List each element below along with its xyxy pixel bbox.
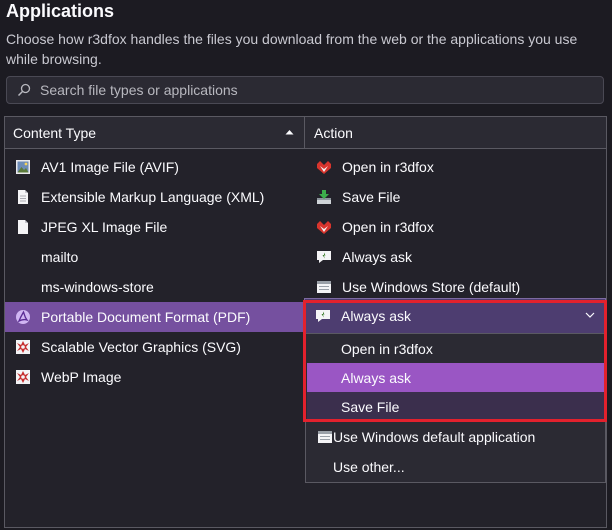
table-row[interactable]: AV1 Image File (AVIF) Open in r3dfox (5, 152, 606, 182)
action-dropdown[interactable]: Always ask (304, 298, 606, 334)
document-icon (18, 220, 28, 234)
content-type-cell: Scalable Vector Graphics (SVG) (15, 332, 241, 362)
image-file-icon (16, 160, 30, 174)
document-icon (18, 190, 28, 204)
action-label: Use Windows Store (default) (342, 279, 521, 295)
content-type-cell: mailto (15, 242, 78, 272)
table-row[interactable]: Extensible Markup Language (XML) Save Fi… (5, 182, 606, 212)
content-type-label: ms-windows-store (41, 279, 154, 295)
windows-app-icon (318, 430, 332, 443)
action-label: Always ask (342, 249, 413, 265)
svg-file-icon (16, 370, 30, 384)
chevron-down-icon (585, 312, 595, 318)
action-cell[interactable]: Always ask (316, 242, 412, 272)
action-cell[interactable]: Open in r3dfox (316, 212, 434, 242)
table-header: Content Type Action (5, 117, 606, 149)
page-description: Choose how r3dfox handles the files you … (6, 31, 578, 67)
menu-item-always-ask[interactable]: Always ask (307, 363, 604, 392)
content-type-cell: Portable Document Format (PDF) (15, 302, 250, 332)
action-label: Open in r3dfox (342, 159, 434, 175)
save-file-icon (317, 190, 331, 204)
action-cell[interactable]: Save File (316, 182, 400, 212)
r3dfox-icon (317, 161, 331, 174)
dropdown-selected-label: Always ask (341, 308, 412, 324)
windows-app-icon (317, 281, 331, 293)
content-type-label: WebP Image (41, 369, 122, 385)
page-title: Applications (6, 1, 115, 21)
content-type-label: Extensible Markup Language (XML) (41, 189, 265, 205)
column-header-action[interactable]: Action (314, 125, 353, 141)
action-label: Save File (342, 189, 401, 205)
action-cell[interactable]: Open in r3dfox (316, 152, 434, 182)
column-divider[interactable] (304, 117, 305, 148)
dropdown-selected: Always ask (315, 301, 411, 331)
menu-item-use-windows-default[interactable]: Use Windows default application (307, 422, 604, 451)
content-type-cell: Extensible Markup Language (XML) (15, 182, 264, 212)
sort-ascending-icon[interactable] (285, 129, 294, 135)
content-type-label: AV1 Image File (AVIF) (41, 159, 179, 175)
ask-icon (317, 251, 331, 263)
content-type-cell: JPEG XL Image File (15, 212, 167, 242)
content-type-cell: ms-windows-store (15, 272, 154, 302)
content-type-label: mailto (41, 249, 79, 265)
menu-item-open-in-r3dfox[interactable]: Open in r3dfox (307, 334, 604, 363)
action-dropdown-menu: Open in r3dfox Always ask Save File Use … (305, 333, 606, 483)
search-input[interactable] (40, 77, 580, 103)
table-row[interactable]: mailto Always ask (5, 242, 606, 272)
table-row[interactable]: JPEG XL Image File Open in r3dfox (5, 212, 606, 242)
ask-icon (316, 310, 330, 322)
r3dfox-icon (317, 221, 331, 234)
search-icon (17, 83, 31, 97)
menu-item-save-file[interactable]: Save File (307, 392, 604, 421)
column-header-content-type[interactable]: Content Type (13, 125, 96, 141)
content-type-cell: AV1 Image File (AVIF) (15, 152, 179, 182)
content-type-label: Portable Document Format (PDF) (41, 309, 251, 325)
menu-item-use-other[interactable]: Use other... (307, 452, 604, 481)
svg-file-icon (16, 340, 30, 354)
content-type-label: JPEG XL Image File (41, 219, 168, 235)
search-box[interactable] (6, 76, 604, 104)
action-label: Open in r3dfox (342, 219, 434, 235)
content-type-cell: WebP Image (15, 362, 121, 392)
content-type-label: Scalable Vector Graphics (SVG) (41, 339, 241, 355)
pdf-icon (16, 310, 30, 324)
